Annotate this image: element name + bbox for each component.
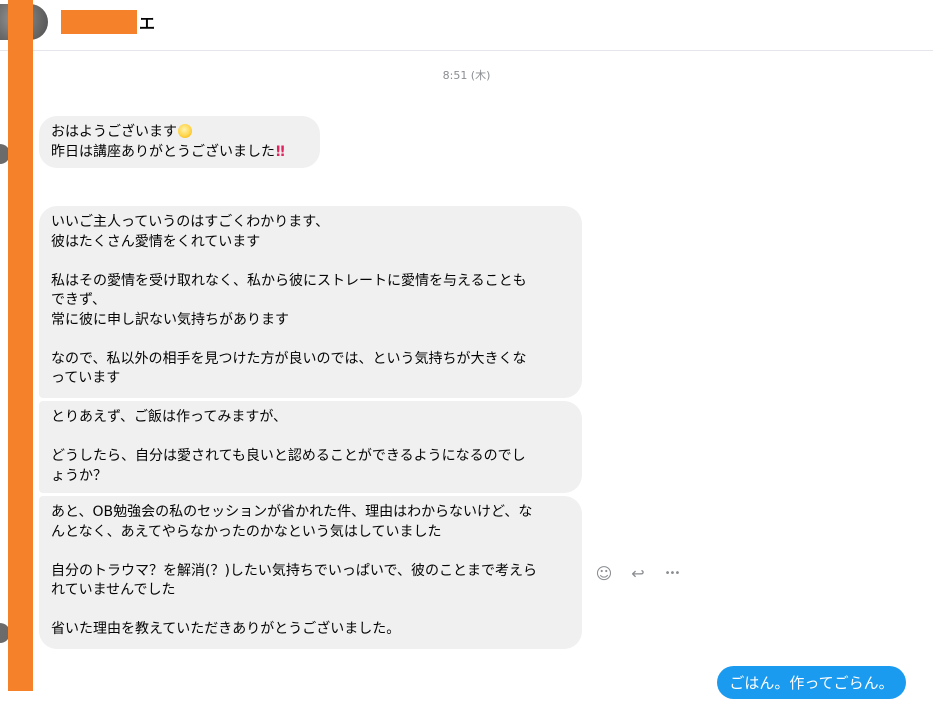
received-message[interactable]: おはようございます 昨日は講座ありがとうございました‼: [39, 116, 320, 168]
reply-arrow-icon[interactable]: ↩: [628, 563, 648, 583]
received-message[interactable]: とりあえず、ご飯は作ってみますが、 どうしたら、自分は愛されても良いと認めること…: [39, 401, 582, 493]
more-dots-icon[interactable]: •••: [662, 563, 682, 583]
message-text: おはようございます: [51, 124, 177, 140]
message-timestamp: 8:51 (木): [442, 69, 491, 82]
sun-emoji-icon: [178, 124, 192, 138]
double-exclamation-emoji-icon: ‼: [276, 143, 285, 160]
sent-message[interactable]: ごはん。作ってごらん。: [717, 666, 906, 699]
message-text: 昨日は講座ありがとうございました: [51, 143, 275, 160]
name-redaction: [61, 10, 137, 34]
contact-name-visible: エ: [139, 14, 156, 33]
received-message[interactable]: あと、OB勉強会の私のセッションが省かれた件、理由はわからないけど、な んとなく…: [39, 496, 582, 649]
smiley-icon[interactable]: ☺: [594, 563, 614, 583]
redaction-bar: [8, 0, 33, 691]
received-message[interactable]: いいご主人っていうのはすごくわかります、 彼はたくさん愛情をくれています 私はそ…: [39, 206, 582, 398]
message-actions: ☺ ↩ •••: [594, 563, 696, 583]
contact-name[interactable]: エ: [61, 10, 155, 34]
chat-header: エ: [0, 0, 933, 51]
